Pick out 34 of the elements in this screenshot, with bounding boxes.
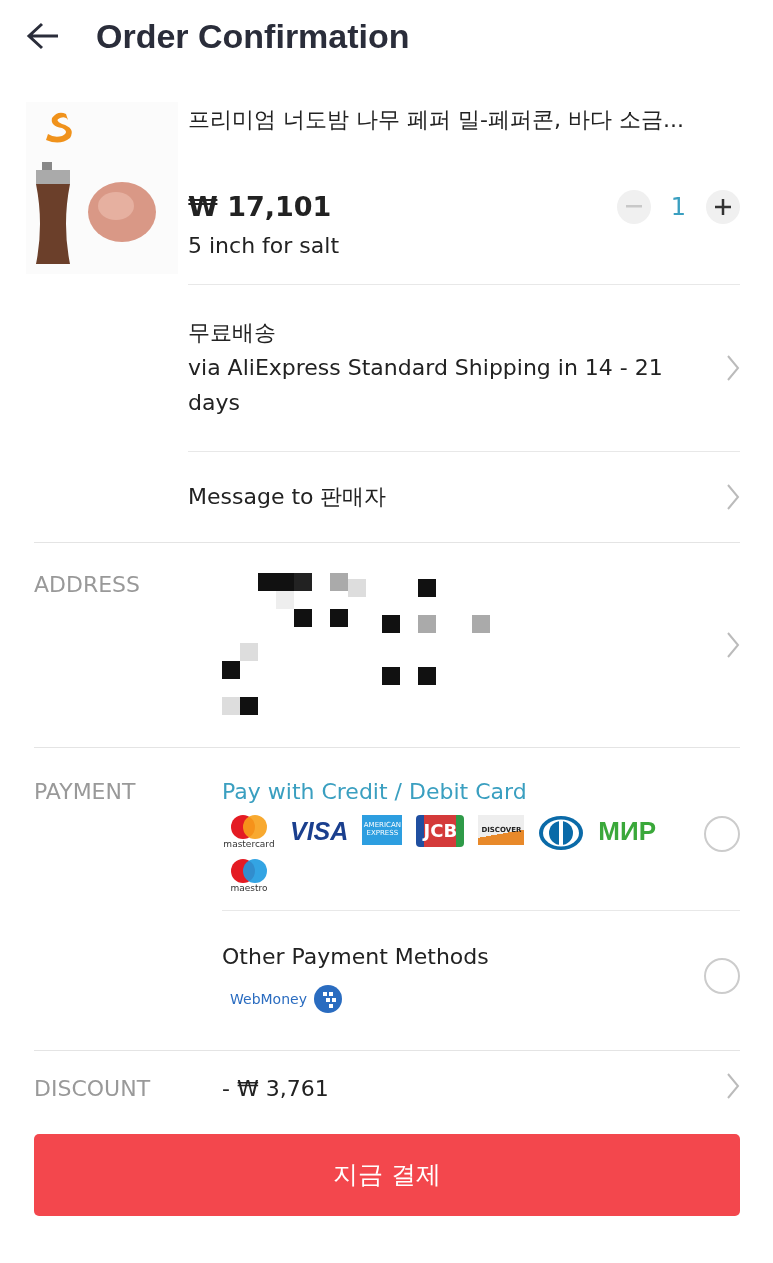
product-price: ₩ 17,101 (188, 190, 332, 225)
message-row[interactable]: Message to 판매자 (188, 450, 740, 542)
discount-label: DISCOUNT (34, 1074, 152, 1103)
minus-icon (625, 205, 642, 209)
card-logo: МИР (598, 814, 657, 848)
shipping-detail: via AliExpress Standard Shipping in 14 - 21 days (188, 353, 664, 418)
payment-radio[interactable] (704, 958, 740, 995)
card-logo: VISA (290, 815, 349, 847)
back-arrow-icon[interactable] (26, 21, 60, 51)
chevron-right-icon (726, 630, 740, 659)
payment-option-title: Other Payment Methods (222, 942, 490, 971)
product-variant: 5 inch for salt (188, 232, 340, 261)
chevron-right-icon (726, 482, 740, 511)
shipping-option[interactable]: 무료배송 via AliExpress Standard Shipping in 14 - 21 days (188, 283, 740, 451)
pay-now-button[interactable]: 지금 결제 (34, 1133, 740, 1216)
payment-label: PAYMENT (34, 777, 137, 806)
product-title: 프리미엄 너도밤 나무 페퍼 밀-페퍼콘, 바다 소금... (188, 106, 685, 134)
quantity-value: 1 (670, 191, 686, 223)
payment-option-title: Pay with Credit / Debit Card (222, 777, 528, 806)
card-logo: mastercard (222, 814, 276, 851)
shipping-title: 무료배송 (188, 318, 277, 347)
chevron-right-icon (726, 353, 740, 382)
card-logo-icon (538, 814, 585, 851)
plus-icon (714, 197, 732, 216)
payment-radio[interactable] (704, 815, 740, 852)
discount-value: - ₩ 3,761 (222, 1074, 329, 1103)
decrease-button[interactable] (616, 189, 651, 224)
message-label: Message to 판매자 (188, 482, 387, 511)
increase-button[interactable] (706, 189, 740, 224)
card-logo: maestro (222, 858, 276, 894)
address-label: ADDRESS (34, 570, 142, 599)
chevron-right-icon (726, 1072, 740, 1101)
webmoney-logo: WebMoney (230, 983, 704, 1014)
page-title: Order Confirmation (96, 16, 410, 56)
